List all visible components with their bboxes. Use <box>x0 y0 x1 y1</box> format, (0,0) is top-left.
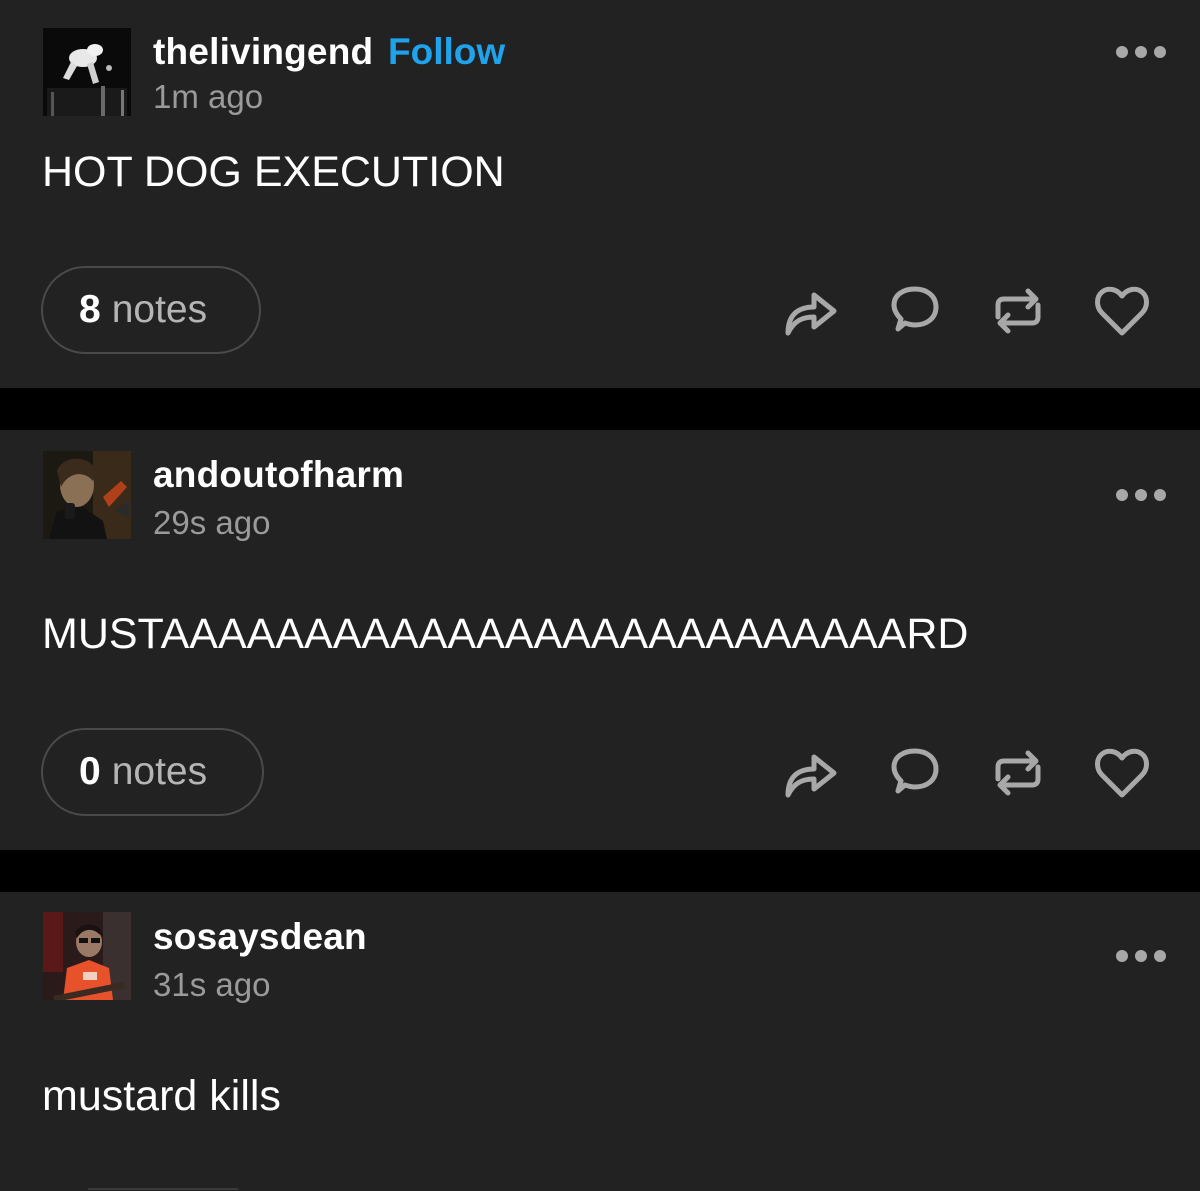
username[interactable]: sosaysdean <box>153 916 367 958</box>
post-card: thelivingend Follow 1m ago HOT DOG EXECU… <box>0 0 1200 388</box>
notes-pill-edge <box>88 1188 238 1190</box>
post-card: sosaysdean 31s ago mustard kills <box>0 892 1200 1191</box>
avatar[interactable] <box>43 451 131 539</box>
share-arrow-icon[interactable] <box>780 281 840 341</box>
avatar[interactable] <box>43 28 131 116</box>
username[interactable]: thelivingend <box>153 31 373 73</box>
post-timestamp: 29s ago <box>153 504 271 541</box>
notes-label: notes <box>111 750 208 793</box>
post-timestamp: 31s ago <box>153 966 271 1003</box>
post-body: MUSTAAAAAAAAAAAAAAAAAAAAAAAAAARD <box>42 610 969 658</box>
post-timestamp: 1m ago <box>153 78 264 115</box>
post-card: andoutofharm 29s ago MUSTAAAAAAAAAAAAAAA… <box>0 430 1200 850</box>
reblog-icon[interactable] <box>988 281 1048 341</box>
follow-button[interactable]: Follow <box>388 31 505 73</box>
username[interactable]: andoutofharm <box>153 454 404 496</box>
post-body: HOT DOG EXECUTION <box>42 148 505 196</box>
more-options-icon[interactable] <box>1116 488 1166 502</box>
more-options-icon[interactable] <box>1116 949 1166 963</box>
heart-icon[interactable] <box>1092 281 1152 341</box>
avatar[interactable] <box>43 912 131 1000</box>
heart-icon[interactable] <box>1092 743 1152 803</box>
reply-bubble-icon[interactable] <box>884 281 944 341</box>
notes-button[interactable]: 8 notes <box>41 266 261 354</box>
notes-count: 8 <box>79 288 101 331</box>
notes-button[interactable]: 0 notes <box>41 728 264 816</box>
post-body: mustard kills <box>42 1072 281 1120</box>
reply-bubble-icon[interactable] <box>884 743 944 803</box>
notes-label: notes <box>111 288 208 331</box>
more-options-icon[interactable] <box>1116 45 1166 59</box>
share-arrow-icon[interactable] <box>780 743 840 803</box>
notes-count: 0 <box>79 750 101 793</box>
reblog-icon[interactable] <box>988 743 1048 803</box>
